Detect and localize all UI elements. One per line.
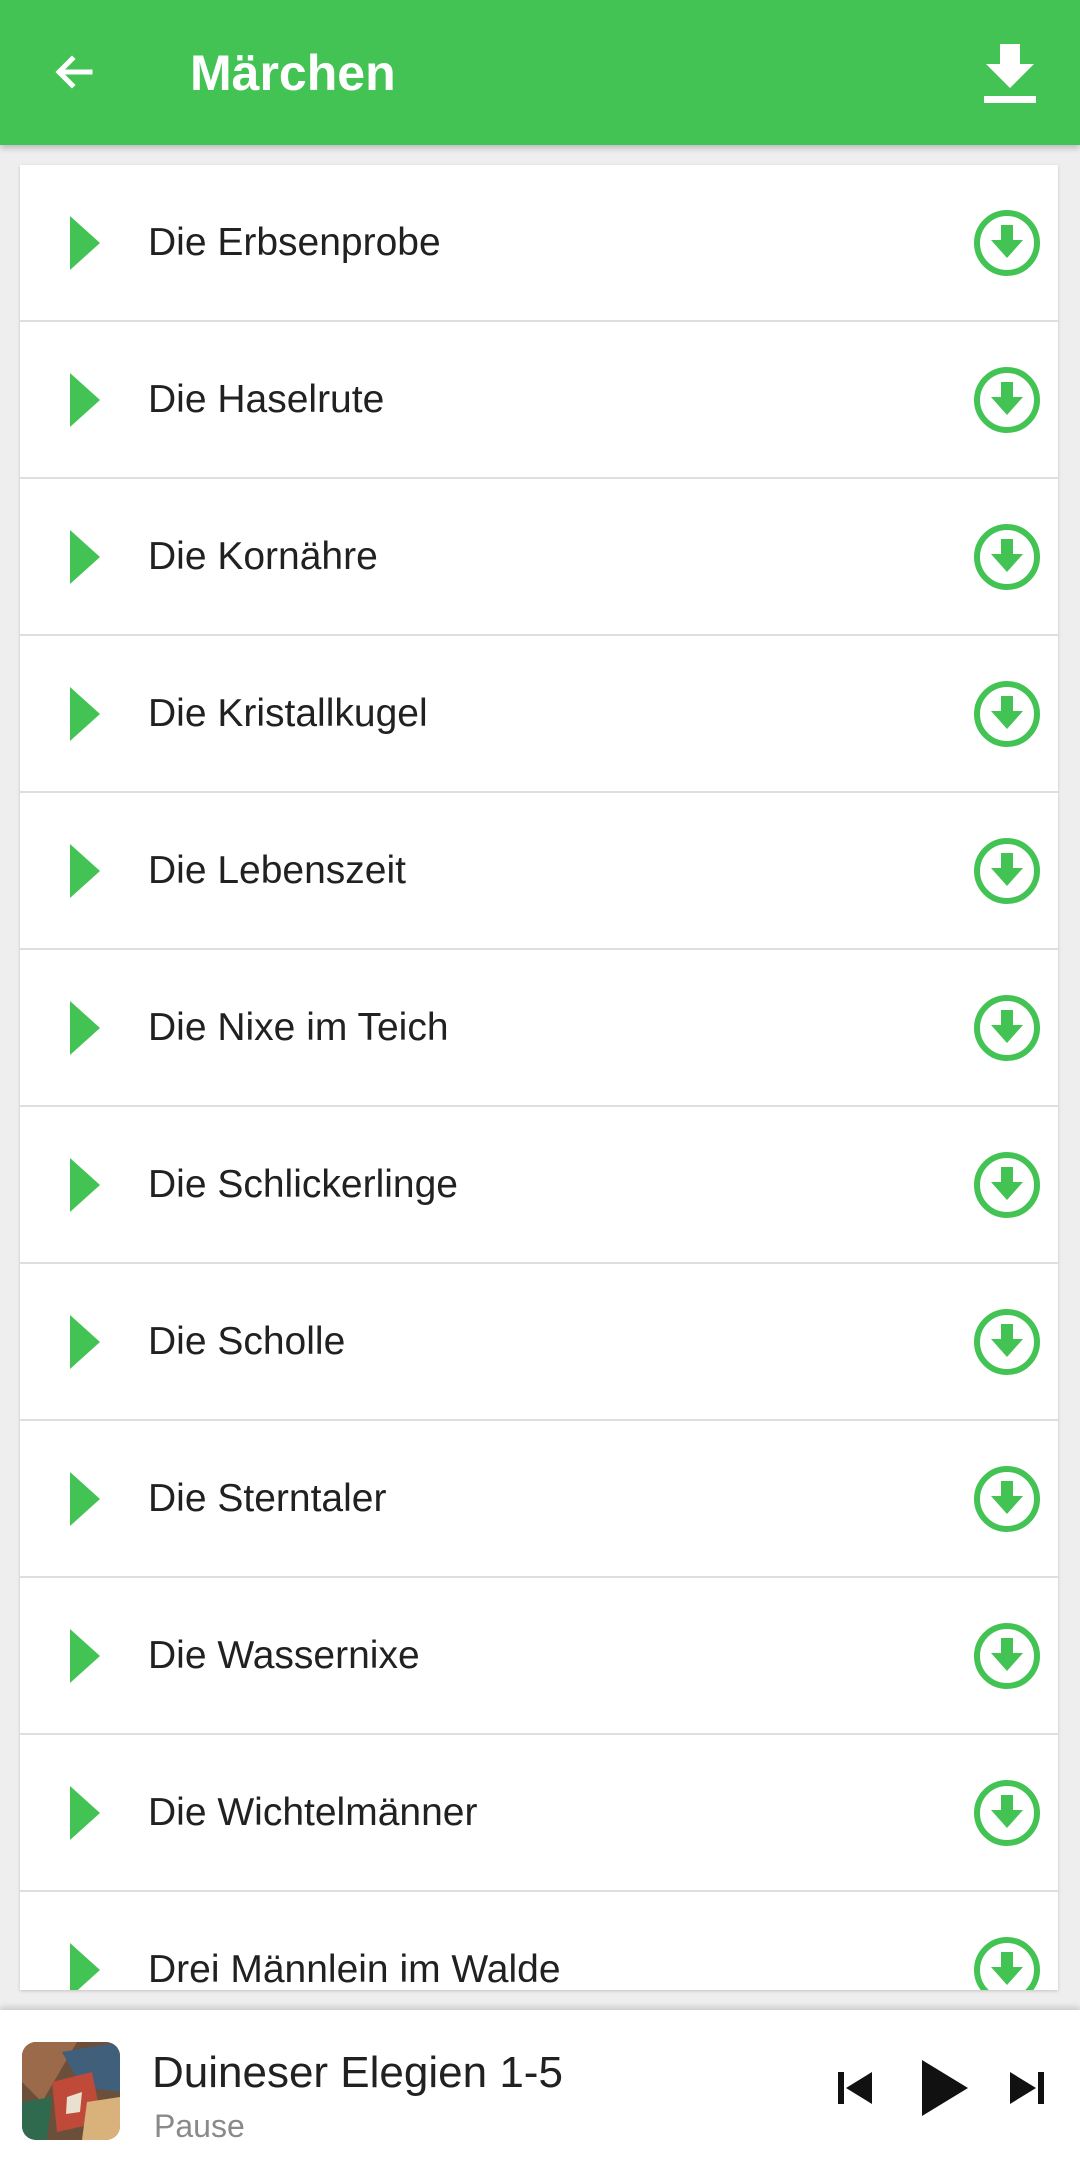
download-circle-icon[interactable] bbox=[972, 522, 1042, 592]
download-all-button[interactable] bbox=[972, 36, 1048, 112]
play-triangle-icon[interactable] bbox=[70, 1000, 110, 1055]
story-title: Die Sterntaler bbox=[148, 1476, 387, 1520]
download-circle-icon[interactable] bbox=[972, 1464, 1042, 1534]
story-title: Die Erbsenprobe bbox=[148, 220, 441, 264]
download-circle-icon[interactable] bbox=[972, 679, 1042, 749]
arrow-left-icon bbox=[55, 55, 93, 89]
play-triangle-icon[interactable] bbox=[70, 1785, 110, 1840]
play-triangle-icon[interactable] bbox=[70, 215, 110, 270]
story-title: Die Lebenszeit bbox=[148, 848, 406, 892]
app-bar: Märchen bbox=[0, 0, 1080, 145]
play-icon bbox=[922, 2060, 968, 2116]
now-playing-title: Duineser Elegien 1-5 bbox=[152, 2048, 563, 2097]
story-list[interactable]: Die Erbsenprobe Die Haselrute Die Kornähre… bbox=[20, 165, 1058, 1990]
story-row[interactable]: Drei Männlein im Walde bbox=[20, 1892, 1058, 1990]
previous-button[interactable] bbox=[836, 2068, 876, 2108]
skip-next-icon bbox=[1010, 2072, 1044, 2104]
play-triangle-icon[interactable] bbox=[70, 1942, 110, 1991]
now-playing-status: Pause bbox=[154, 2108, 245, 2144]
story-title: Die Schlickerlinge bbox=[148, 1162, 458, 1206]
play-triangle-icon[interactable] bbox=[70, 372, 110, 427]
story-row[interactable]: Die Wichtelmänner bbox=[20, 1735, 1058, 1892]
play-triangle-icon[interactable] bbox=[70, 1628, 110, 1683]
story-row[interactable]: Die Lebenszeit bbox=[20, 793, 1058, 950]
story-row[interactable]: Die Schlickerlinge bbox=[20, 1107, 1058, 1264]
story-row[interactable]: Die Erbsenprobe bbox=[20, 165, 1058, 322]
story-row[interactable]: Die Kristallkugel bbox=[20, 636, 1058, 793]
story-row[interactable]: Die Haselrute bbox=[20, 322, 1058, 479]
story-title: Die Wichtelmänner bbox=[148, 1790, 478, 1834]
story-row[interactable]: Die Kornähre bbox=[20, 479, 1058, 636]
page-title: Märchen bbox=[190, 45, 396, 101]
play-triangle-icon[interactable] bbox=[70, 686, 110, 741]
cover-art-image bbox=[22, 2042, 120, 2140]
download-circle-icon[interactable] bbox=[972, 836, 1042, 906]
play-triangle-icon[interactable] bbox=[70, 1471, 110, 1526]
download-circle-icon[interactable] bbox=[972, 365, 1042, 435]
story-title: Die Kornähre bbox=[148, 534, 378, 578]
mini-player[interactable]: Duineser Elegien 1-5 Pause bbox=[0, 2010, 1080, 2160]
download-circle-icon[interactable] bbox=[972, 1778, 1042, 1848]
download-circle-icon[interactable] bbox=[972, 1307, 1042, 1377]
album-cover[interactable] bbox=[22, 2042, 120, 2140]
story-title: Die Nixe im Teich bbox=[148, 1005, 449, 1049]
story-title: Die Kristallkugel bbox=[148, 691, 428, 735]
download-circle-icon[interactable] bbox=[972, 1935, 1042, 1991]
story-row[interactable]: Die Sterntaler bbox=[20, 1421, 1058, 1578]
story-title: Die Haselrute bbox=[148, 377, 385, 421]
play-triangle-icon[interactable] bbox=[70, 843, 110, 898]
download-icon bbox=[984, 44, 1036, 103]
play-triangle-icon[interactable] bbox=[70, 1314, 110, 1369]
play-button[interactable] bbox=[918, 2058, 970, 2118]
play-triangle-icon[interactable] bbox=[70, 529, 110, 584]
story-row[interactable]: Die Scholle bbox=[20, 1264, 1058, 1421]
download-circle-icon[interactable] bbox=[972, 1621, 1042, 1691]
story-title: Die Wassernixe bbox=[148, 1633, 420, 1677]
next-button[interactable] bbox=[1006, 2068, 1046, 2108]
download-circle-icon[interactable] bbox=[972, 993, 1042, 1063]
skip-previous-icon bbox=[838, 2072, 872, 2104]
story-row[interactable]: Die Nixe im Teich bbox=[20, 950, 1058, 1107]
download-circle-icon[interactable] bbox=[972, 208, 1042, 278]
play-triangle-icon[interactable] bbox=[70, 1157, 110, 1212]
back-button[interactable] bbox=[44, 42, 104, 102]
story-title: Drei Männlein im Walde bbox=[148, 1947, 561, 1991]
story-title: Die Scholle bbox=[148, 1319, 346, 1363]
download-circle-icon[interactable] bbox=[972, 1150, 1042, 1220]
story-row[interactable]: Die Wassernixe bbox=[20, 1578, 1058, 1735]
